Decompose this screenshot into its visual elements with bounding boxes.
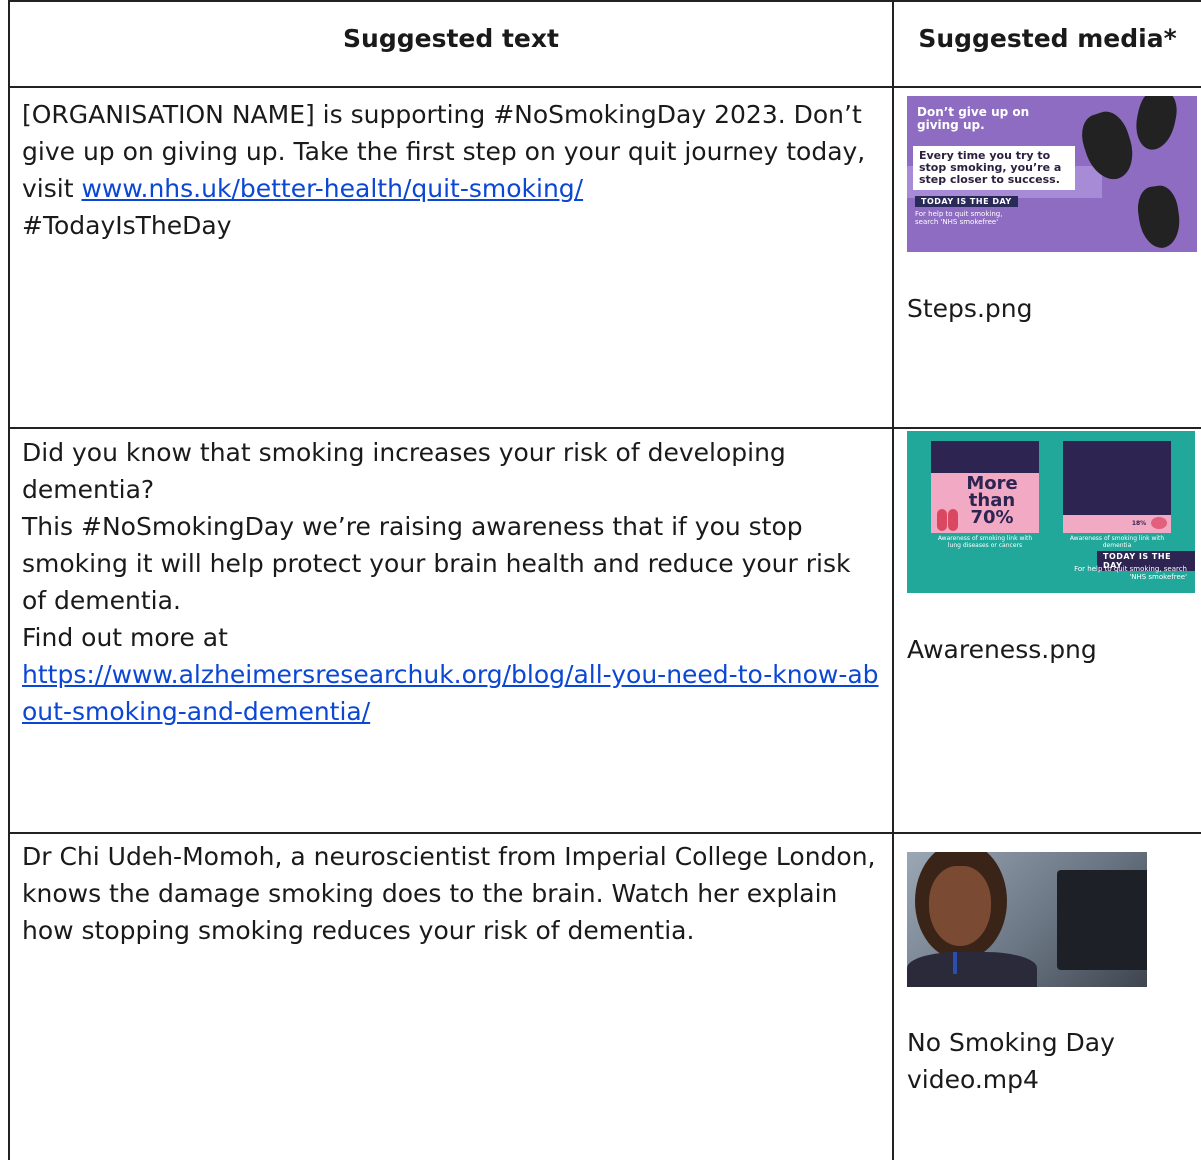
- steps-thumbnail: Don’t give up on giving up. Every time y…: [907, 96, 1197, 252]
- lungs-icon: [948, 509, 958, 531]
- awareness-left-caption: Awareness of smoking link with lung dise…: [937, 535, 1033, 549]
- lanyard-shape: [953, 952, 957, 974]
- nhs-quit-smoking-link[interactable]: www.nhs.uk/better-health/quit-smoking/: [81, 174, 583, 203]
- awareness-right-value: 18%: [1131, 520, 1147, 527]
- row-1-hashtag: #TodayIsTheDay: [22, 211, 232, 240]
- table-border-left: [8, 0, 10, 1160]
- steps-thumbnail-sub: For help to quit smoking, search 'NHS sm…: [915, 210, 1003, 226]
- table-border-top: [8, 0, 1201, 2]
- brain-icon: [1151, 517, 1167, 529]
- awareness-big-stat: More than 70%: [966, 473, 1018, 528]
- lungs-icon: [937, 509, 947, 531]
- awareness-thumbnail-sub: For help to quit smoking, search 'NHS sm…: [1074, 565, 1187, 581]
- steps-thumbnail-body: Every time you try to stop smoking, you’…: [913, 146, 1075, 190]
- steps-thumbnail-tag: TODAY IS THE DAY: [915, 196, 1018, 207]
- video-filename-line-2: video.mp4: [907, 1065, 1039, 1094]
- steps-filename: Steps.png: [907, 294, 1033, 323]
- video-filename-line-1: No Smoking Day: [907, 1028, 1115, 1057]
- header-divider: [8, 86, 1201, 88]
- table-row-1-text: [ORGANISATION NAME] is supporting #NoSmo…: [22, 96, 882, 244]
- monitor-shape: [1057, 870, 1147, 970]
- table-row-2-text: Did you know that smoking increases your…: [22, 434, 882, 730]
- awareness-filename: Awareness.png: [907, 635, 1097, 664]
- column-divider: [892, 0, 894, 1160]
- row-2-paragraph-3: Find out more at: [22, 623, 228, 652]
- row-2-paragraph-1: Did you know that smoking increases your…: [22, 438, 786, 504]
- column-header-media: Suggested media*: [918, 24, 1177, 53]
- shoe-icon: [1134, 183, 1184, 251]
- steps-thumbnail-headline: Don’t give up on giving up.: [917, 105, 1030, 132]
- awareness-right-caption: Awareness of smoking link with dementia: [1069, 535, 1165, 549]
- row-3-paragraph-1: Dr Chi Udeh-Momoh, a neuroscientist from…: [22, 842, 876, 945]
- table-row-3-text: Dr Chi Udeh-Momoh, a neuroscientist from…: [22, 838, 882, 949]
- alzheimers-research-link[interactable]: https://www.alzheimersresearchuk.org/blo…: [22, 660, 879, 726]
- person-face: [929, 866, 991, 946]
- row-divider-2: [8, 832, 1201, 834]
- person-body: [907, 952, 1037, 987]
- row-divider-1: [8, 427, 1201, 429]
- shoe-icon: [1131, 96, 1181, 154]
- video-thumbnail[interactable]: [907, 852, 1147, 987]
- column-header-text: Suggested text: [343, 24, 559, 53]
- row-2-paragraph-2: This #NoSmokingDay we’re raising awarene…: [22, 512, 851, 615]
- video-filename: No Smoking Day video.mp4: [907, 1024, 1115, 1098]
- awareness-thumbnail: More than 70% Awareness of smoking link …: [907, 431, 1195, 593]
